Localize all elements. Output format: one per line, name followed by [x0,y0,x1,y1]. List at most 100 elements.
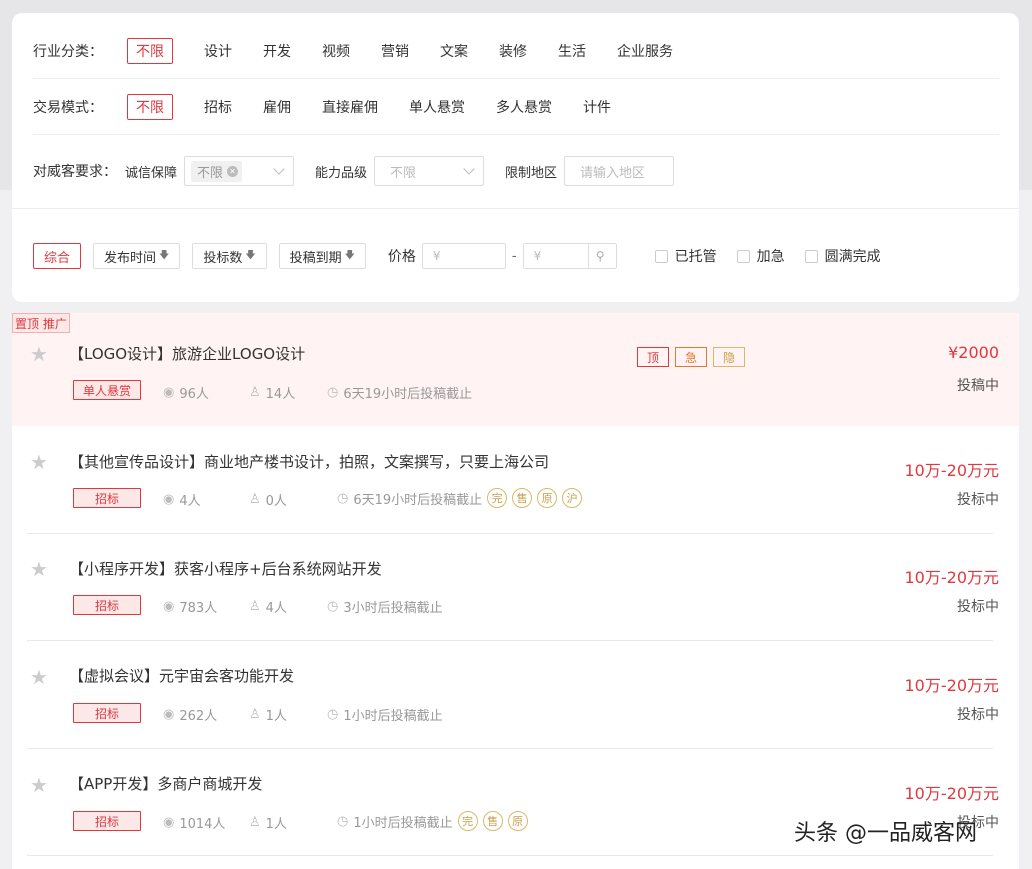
industry-option-marketing[interactable]: 营销 [381,41,409,61]
trade-option-direct-hire[interactable]: 直接雇佣 [322,97,378,117]
requirement-filter-row: 对威客要求： 诚信保障 不限 ✕ 能力品级 不限 限制地区 请输入地区 [33,156,675,186]
sort-bid-count-button[interactable]: 投标数 🡇 [192,243,267,269]
task-item[interactable]: ★ 【小程序开发】获客小程序+后台系统网站开发 10万-20万元 投标中 招标 … [12,534,1019,640]
urgent-checkbox[interactable]: 加急 [736,246,785,266]
checkbox-box [736,249,750,263]
task-status: 投标中 [957,492,999,508]
star-icon[interactable]: ★ [30,342,48,366]
search-icon[interactable]: ⚲ [587,244,612,268]
sort-comprehensive-button[interactable]: 综合 [33,243,82,269]
clock-icon: ◷ [337,490,349,506]
industry-option-copywriting[interactable]: 文案 [440,41,468,61]
eye-icon: ◉ [163,385,175,400]
arrow-down-icon: 🡇 [159,249,170,261]
deadline: ◷ 6天19小时后投稿截止 [327,383,472,402]
industry-option-all[interactable]: 不限 [127,38,173,64]
trade-option-all[interactable]: 不限 [127,94,173,120]
divider [12,208,1019,209]
guarantee-chip: 不限 ✕ [191,160,243,182]
task-type-badge: 招标 [73,595,141,615]
industry-option-enterprise[interactable]: 企业服务 [617,41,673,61]
clear-icon[interactable]: ✕ [227,165,239,177]
task-title[interactable]: 【虚拟会议】元宇宙会客功能开发 [69,665,294,686]
industry-option-design[interactable]: 设计 [204,41,232,61]
star-icon[interactable]: ★ [30,773,48,797]
clock-icon: ◷ [327,385,339,400]
task-type-badge: 招标 [73,703,141,723]
guarantee-chip-text: 不限 [197,165,224,181]
guarantee-label: 诚信保障 [125,165,178,181]
user-icon: ♙ [249,599,261,614]
tag-urgent: 急 [675,347,707,367]
views-count: ◉ 96人 [163,383,209,402]
task-title[interactable]: 【LOGO设计】旅游企业LOGO设计 [69,343,305,364]
industry-label: 行业分类： [33,44,103,60]
price-min-input[interactable]: ¥ [421,243,506,269]
task-item[interactable]: ★ 【其他宣传品设计】商业地产楼书设计，拍照，文案撰写，只要上海公司 10万-2… [12,427,1019,533]
views-text: 783人 [179,601,218,616]
task-title[interactable]: 【其他宣传品设计】商业地产楼书设计，拍照，文案撰写，只要上海公司 [69,451,549,472]
badge-original: 原 [537,488,558,508]
chevron-down-icon [463,163,475,175]
badge-complete: 完 [457,811,478,831]
trade-mode-label: 交易模式： [33,100,103,116]
clock-icon: ◷ [327,707,339,722]
task-status: 投标中 [957,599,999,615]
trade-option-bid[interactable]: 招标 [204,97,232,117]
price-max-placeholder: ¥ [533,249,542,263]
sort-publish-time-button[interactable]: 发布时间 🡇 [93,243,181,269]
deadline-text: 3小时后投稿截止 [343,601,443,616]
checkbox-box [804,249,818,263]
deadline-text: 6天19小时后投稿截止 [353,492,483,508]
task-price: 10万-20万元 [904,784,1000,803]
divider [33,78,999,79]
star-icon[interactable]: ★ [30,557,48,581]
deadline: ◷ 1小时后投稿截止 [327,705,443,724]
guarantee-select[interactable]: 不限 ✕ [184,156,295,186]
row-divider [27,855,993,856]
views-count: ◉ 4人 [163,490,201,509]
badge-complete: 完 [487,488,508,508]
badge-shanghai: 沪 [562,488,583,508]
price-label: 价格 [387,249,416,265]
clock-icon: ◷ [337,813,349,829]
price-max-input[interactable]: ¥ ⚲ [522,243,617,269]
industry-option-life[interactable]: 生活 [558,41,586,61]
industry-option-dev[interactable]: 开发 [263,41,291,61]
task-item[interactable]: ★ 【虚拟会议】元宇宙会客功能开发 10万-20万元 投标中 招标 ◉ 262人 … [12,641,1019,748]
bids-text: 4人 [265,601,287,616]
eye-icon: ◉ [163,599,175,614]
trade-option-multi-reward[interactable]: 多人悬赏 [496,97,552,117]
region-label: 限制地区 [505,165,558,181]
tag-hidden: 隐 [713,347,745,367]
completed-checkbox[interactable]: 圆满完成 [804,246,881,266]
task-title[interactable]: 【APP开发】多商户商城开发 [69,773,262,794]
trade-option-single-reward[interactable]: 单人悬赏 [409,97,465,117]
star-icon[interactable]: ★ [30,665,48,689]
sort-publish-time-label: 发布时间 [104,250,157,266]
industry-option-video[interactable]: 视频 [322,41,350,61]
escrow-checkbox[interactable]: 已托管 [654,246,717,266]
clock-icon: ◷ [327,599,339,614]
filter-panel: 行业分类： 不限 设计 开发 视频 营销 文案 装修 生活 企业服务 交易模式：… [12,13,1019,302]
task-title[interactable]: 【小程序开发】获客小程序+后台系统网站开发 [69,558,382,579]
bids-count: ♙ 14人 [249,383,295,402]
industry-option-decoration[interactable]: 装修 [499,41,527,61]
trade-option-hire[interactable]: 雇佣 [263,97,291,117]
sort-deadline-button[interactable]: 投稿到期 🡇 [278,243,366,269]
trade-option-piecework[interactable]: 计件 [583,97,611,117]
user-icon: ♙ [249,815,261,830]
task-item[interactable]: 置顶 推广 ★ 【LOGO设计】旅游企业LOGO设计 顶 急 隐 ¥2000 投… [12,313,1019,426]
deadline: ◷ 6天19小时后投稿截止 完 售 原 沪 [337,488,583,508]
escrow-label: 已托管 [674,249,717,265]
region-input[interactable]: 请输入地区 [564,156,675,186]
eye-icon: ◉ [163,815,175,830]
bids-count: ♙ 4人 [249,597,287,616]
pinned-promo-tag: 置顶 推广 [12,313,70,333]
views-text: 96人 [179,387,209,402]
chevron-down-icon [273,163,285,175]
trade-mode-filter-row: 交易模式： 不限 招标 雇佣 直接雇佣 单人悬赏 多人悬赏 计件 [33,93,999,121]
ability-select[interactable]: 不限 [374,156,485,186]
watermark: 头条 @一品威客网 [794,821,977,846]
star-icon[interactable]: ★ [30,450,48,474]
